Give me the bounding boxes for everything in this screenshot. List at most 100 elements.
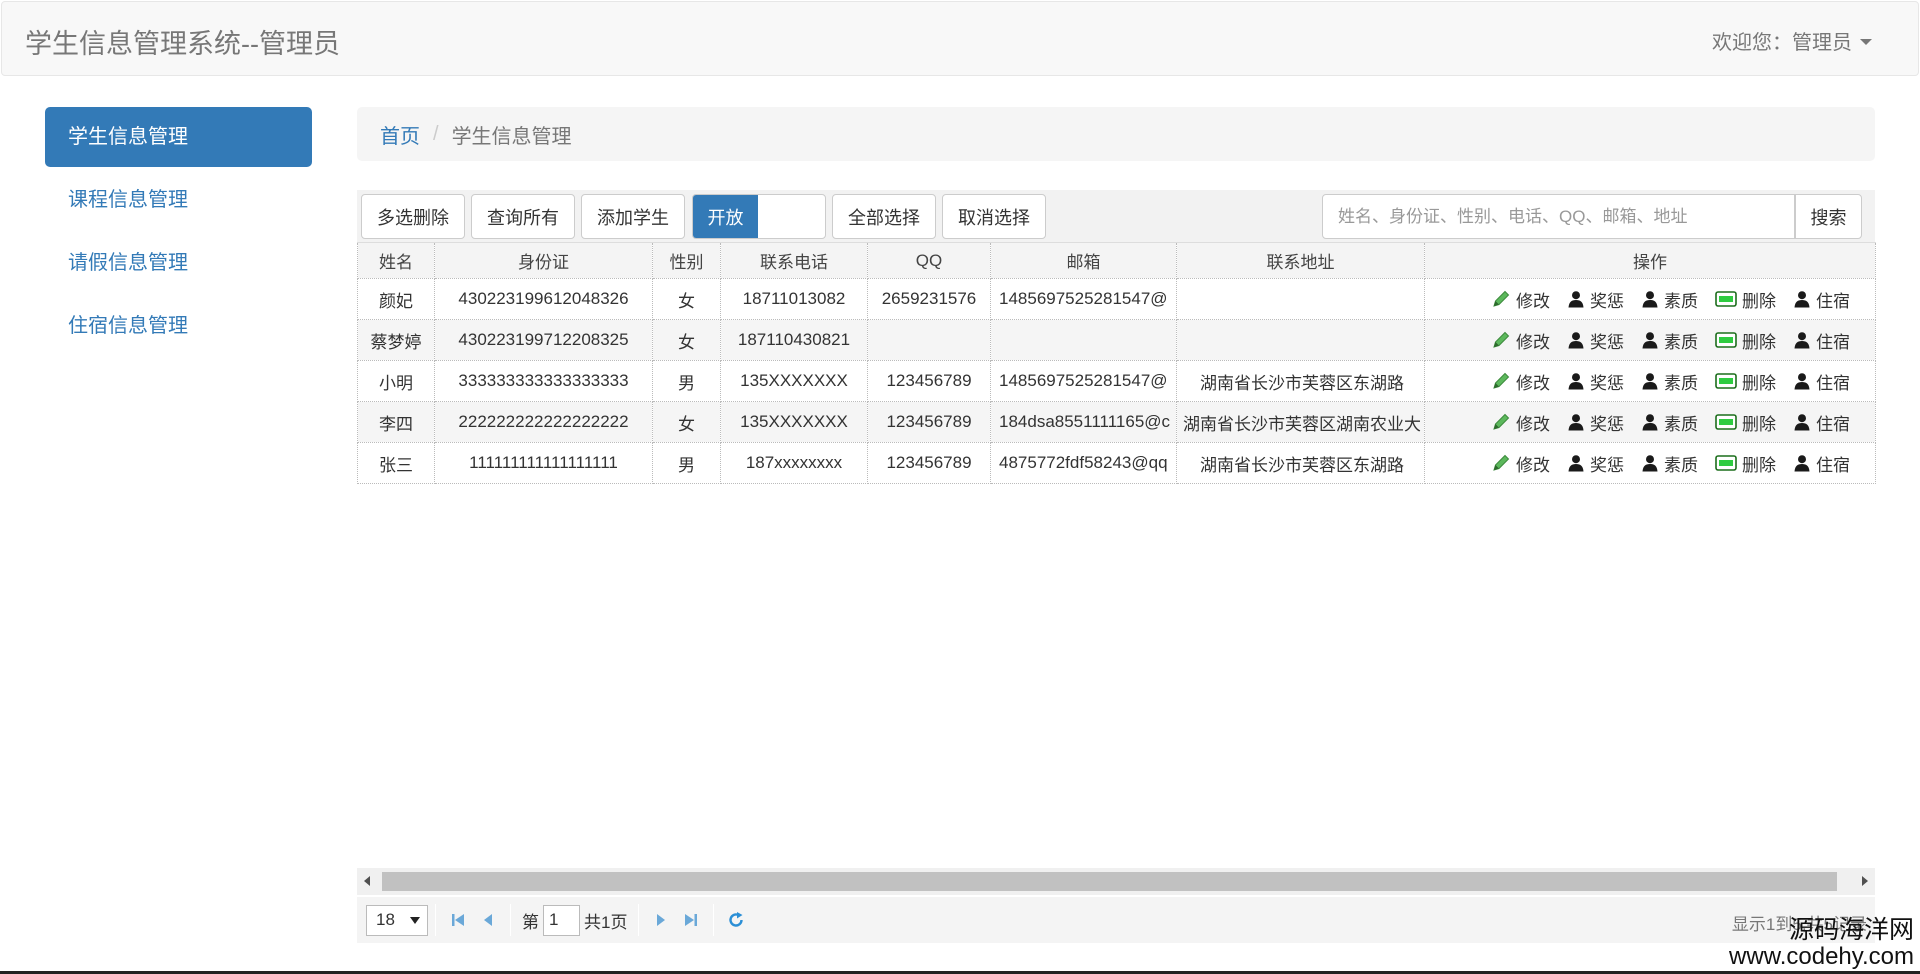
col-header-phone[interactable]: 联系电话: [720, 242, 868, 279]
col-header-gender[interactable]: 性别: [652, 242, 721, 279]
action-label: 住宿: [1816, 455, 1850, 475]
cell-id-card: 430223199712208325: [434, 319, 653, 361]
welcome-text[interactable]: 欢迎您：管理员: [1712, 26, 1852, 55]
quality-button[interactable]: 素质: [1641, 287, 1698, 312]
cell-gender: 男: [652, 442, 721, 484]
pager-divider: [713, 904, 715, 936]
dorm-button[interactable]: 住宿: [1793, 410, 1850, 435]
minus-box-icon: [1715, 332, 1737, 348]
table-row[interactable]: 张三 111111111111111111 男 187xxxxxxxx 12345678…: [357, 442, 1876, 484]
total-pages-label: 共1页: [584, 912, 628, 932]
sidebar-item-leave[interactable]: 请假信息管理: [45, 233, 312, 293]
table-row[interactable]: 李四 222222222222222222 女 135XXXXXXX 123456789…: [357, 401, 1876, 443]
query-all-button[interactable]: 查询所有: [471, 194, 575, 239]
delete-button[interactable]: 删除: [1715, 287, 1776, 312]
dropdown-arrow-icon: [410, 916, 420, 924]
table-header-row: 姓名 身份证 性别 联系电话 QQ 邮箱 联系地址 操作: [357, 242, 1876, 279]
sidebar-item-course[interactable]: 课程信息管理: [45, 170, 312, 230]
reward-button[interactable]: 奖惩: [1567, 451, 1624, 476]
user-icon: [1641, 454, 1659, 472]
scrollbar-thumb[interactable]: [382, 872, 1837, 891]
col-header-id-card[interactable]: 身份证: [434, 242, 653, 279]
reward-button[interactable]: 奖惩: [1567, 369, 1624, 394]
edit-button[interactable]: 修改: [1491, 328, 1550, 353]
reward-button[interactable]: 奖惩: [1567, 287, 1624, 312]
pager-divider: [510, 904, 511, 936]
delete-button[interactable]: 删除: [1715, 410, 1776, 435]
action-label: 住宿: [1816, 373, 1850, 393]
table-row[interactable]: 小明 333333333333333333 男 135XXXXXXX 123456789…: [357, 360, 1876, 402]
dorm-button[interactable]: 住宿: [1793, 287, 1850, 312]
user-menu[interactable]: 欢迎您：管理员: [1712, 26, 1872, 55]
last-page-icon[interactable]: [676, 905, 706, 935]
reward-button[interactable]: 奖惩: [1567, 328, 1624, 353]
cell-gender: 女: [652, 401, 721, 443]
cell-address: 湖南省长沙市芙蓉区东湖路: [1176, 360, 1425, 402]
quality-button[interactable]: 素质: [1641, 328, 1698, 353]
cell-name: 小明: [357, 360, 435, 402]
action-label: 奖惩: [1590, 455, 1624, 475]
action-label: 素质: [1664, 414, 1698, 434]
table-row[interactable]: 蔡梦婷 430223199712208325 女 187110430821 修改 奖惩 素质…: [357, 319, 1876, 361]
page-size-select[interactable]: 18: [366, 904, 428, 936]
edit-button[interactable]: 修改: [1491, 410, 1550, 435]
cell-gender: 男: [652, 360, 721, 402]
col-header-address[interactable]: 联系地址: [1176, 242, 1425, 279]
horizontal-scrollbar[interactable]: [357, 868, 1875, 895]
cell-qq: [867, 319, 991, 361]
first-page-icon[interactable]: [443, 905, 473, 935]
open-toggle-switch[interactable]: 开放: [692, 194, 826, 239]
search-input[interactable]: [1322, 194, 1795, 239]
col-header-email[interactable]: 邮箱: [990, 242, 1177, 279]
pager-divider: [638, 904, 640, 936]
multi-delete-button[interactable]: 多选删除: [361, 194, 465, 239]
quality-button[interactable]: 素质: [1641, 369, 1698, 394]
prev-page-icon[interactable]: [473, 905, 503, 935]
refresh-icon[interactable]: [721, 905, 751, 935]
scroll-left-arrow-icon[interactable]: [364, 876, 370, 886]
minus-box-icon: [1715, 291, 1737, 307]
delete-button[interactable]: 删除: [1715, 328, 1776, 353]
dorm-button[interactable]: 住宿: [1793, 451, 1850, 476]
cancel-select-button[interactable]: 取消选择: [942, 194, 1046, 239]
page-size-value: 18: [376, 910, 395, 929]
dorm-button[interactable]: 住宿: [1793, 328, 1850, 353]
reward-button[interactable]: 奖惩: [1567, 410, 1624, 435]
cell-actions: 修改 奖惩 素质 删除 住宿: [1424, 278, 1876, 320]
action-label: 素质: [1664, 332, 1698, 352]
app-title[interactable]: 学生信息管理系统--管理员: [25, 22, 340, 61]
scroll-right-arrow-icon[interactable]: [1862, 876, 1868, 886]
cell-address: [1176, 278, 1425, 320]
delete-button[interactable]: 删除: [1715, 369, 1776, 394]
action-label: 删除: [1742, 455, 1776, 475]
quality-button[interactable]: 素质: [1641, 410, 1698, 435]
site-watermark: 源码海洋网 www.codehy.com: [1729, 916, 1914, 970]
edit-button[interactable]: 修改: [1491, 287, 1550, 312]
edit-button[interactable]: 修改: [1491, 369, 1550, 394]
cell-address: 湖南省长沙市芙蓉区东湖路: [1176, 442, 1425, 484]
page-number-input[interactable]: 1: [543, 904, 580, 936]
add-student-button[interactable]: 添加学生: [581, 194, 685, 239]
table-row[interactable]: 颜妃 430223199612048326 女 18711013082 26592315…: [357, 278, 1876, 320]
cell-name: 李四: [357, 401, 435, 443]
delete-button[interactable]: 删除: [1715, 451, 1776, 476]
cell-phone: 18711013082: [720, 278, 868, 320]
minus-box-icon: [1715, 373, 1737, 389]
user-icon: [1793, 372, 1811, 390]
breadcrumb-home-link[interactable]: 首页: [380, 120, 420, 149]
next-page-icon[interactable]: [646, 905, 676, 935]
select-all-button[interactable]: 全部选择: [832, 194, 936, 239]
col-header-name[interactable]: 姓名: [357, 242, 435, 279]
pencil-icon: [1491, 330, 1511, 350]
quality-button[interactable]: 素质: [1641, 451, 1698, 476]
edit-button[interactable]: 修改: [1491, 451, 1550, 476]
sidebar-item-student[interactable]: 学生信息管理: [45, 107, 312, 167]
watermark-url: www.codehy.com: [1729, 942, 1914, 970]
cell-phone: 187xxxxxxxx: [720, 442, 868, 484]
dorm-button[interactable]: 住宿: [1793, 369, 1850, 394]
col-header-qq[interactable]: QQ: [867, 242, 991, 279]
action-label: 修改: [1516, 332, 1550, 352]
breadcrumb-current: 学生信息管理: [451, 125, 572, 148]
search-button[interactable]: 搜索: [1795, 194, 1862, 239]
sidebar-item-dorm[interactable]: 住宿信息管理: [45, 296, 312, 356]
